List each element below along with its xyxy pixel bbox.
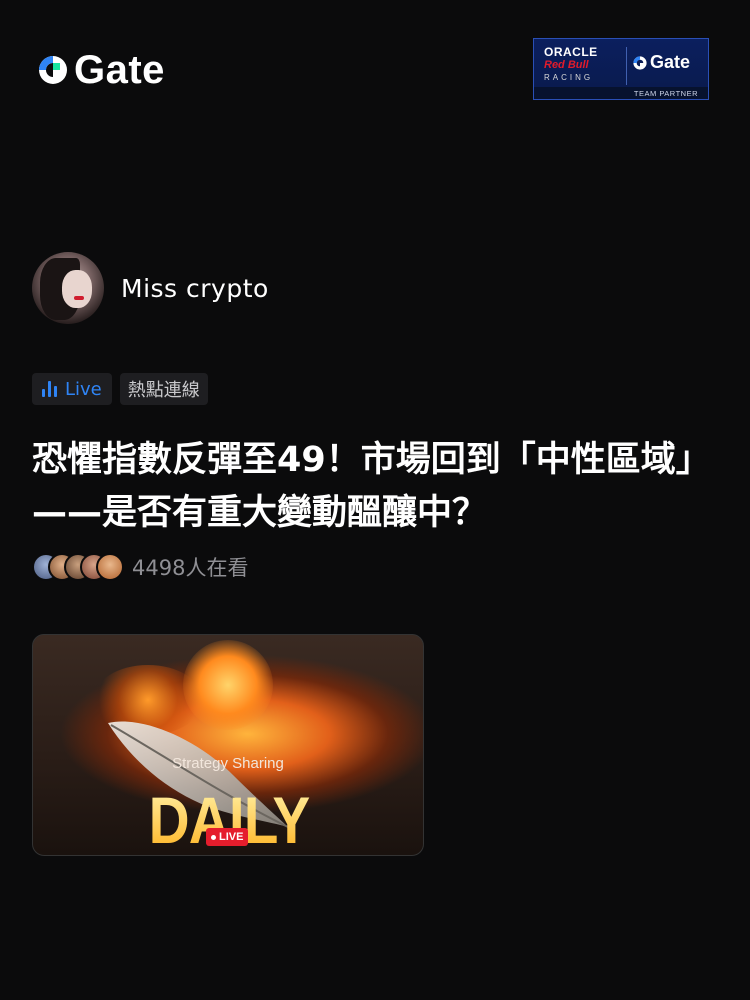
live-badge: LIVE: [206, 828, 249, 846]
partner-gate-logo: Gate: [632, 52, 690, 73]
viewer-row: 4498人在看: [32, 552, 248, 582]
live-tag-label: Live: [65, 378, 102, 400]
red-bull-text: Red Bull: [544, 59, 589, 71]
live-tag[interactable]: Live: [32, 373, 112, 405]
author-row[interactable]: Miss crypto: [32, 252, 269, 324]
gate-logo-icon: [39, 56, 67, 84]
partner-divider: [626, 47, 627, 85]
oracle-text: ORACLE: [544, 45, 598, 59]
racing-text: RACING: [544, 73, 594, 82]
viewer-avatar: [96, 553, 124, 581]
topic-tag-label: 熱點連線: [127, 380, 200, 401]
avatar-lip: [74, 296, 84, 300]
gate-logo-icon: [633, 55, 647, 70]
gate-logo[interactable]: Gate: [36, 50, 165, 90]
avatar[interactable]: [32, 252, 104, 324]
tag-row: Live 熱點連線: [32, 373, 208, 405]
team-partner-text: TEAM PARTNER: [633, 89, 698, 98]
post-title[interactable]: 恐懼指數反彈至49！市場回到「中性區域」——是否有重大變動醞釀中？: [32, 434, 722, 540]
topic-tag[interactable]: 熱點連線: [119, 373, 208, 405]
partner-gate-text: Gate: [650, 52, 691, 72]
live-dot-icon: [211, 834, 216, 840]
viewer-avatars: [32, 553, 124, 581]
author-name[interactable]: Miss crypto: [121, 274, 269, 303]
live-bars-icon: [42, 381, 57, 397]
viewer-count: 4498人在看: [132, 556, 249, 580]
thumbnail-subtitle: Strategy Sharing: [172, 755, 284, 772]
avatar-face: [62, 270, 92, 308]
live-badge-label: LIVE: [219, 831, 244, 843]
logo-text: Gate: [74, 48, 165, 92]
team-partner-badge: ORACLE Red Bull RACING Gate TEAM PARTNER: [533, 38, 709, 100]
stream-thumbnail[interactable]: Strategy Sharing DAILY REVIEW LIVE: [32, 634, 424, 856]
